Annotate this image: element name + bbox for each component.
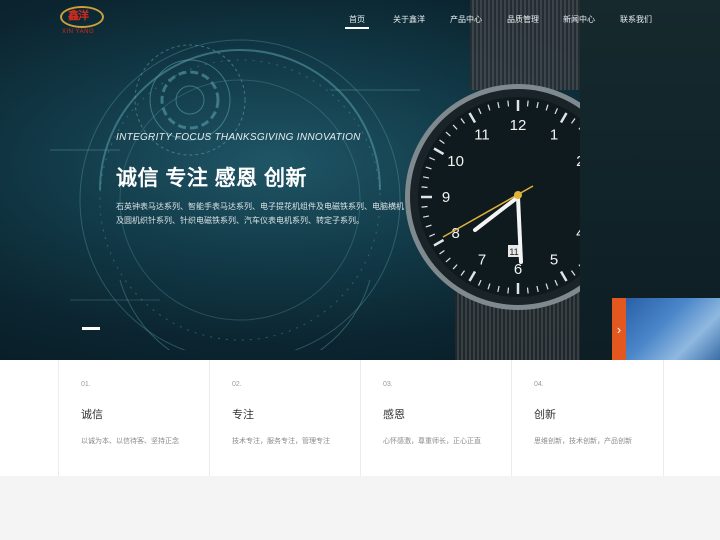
clock-tick [526, 100, 529, 107]
clock-tick [507, 287, 510, 294]
nav-contact[interactable]: 联系我们 [620, 14, 652, 25]
feature-text: 心怀感激，尊重师长，正心正直 [383, 438, 481, 445]
feature-title: 专注 [232, 409, 254, 421]
feature-card-innovation[interactable]: 04. 创新 思维创新，技术创新，产品创新 [511, 360, 662, 476]
clock-date: 11 [509, 247, 518, 257]
features-left-margin [0, 360, 58, 476]
feature-title: 创新 [534, 409, 556, 421]
clock-number: 12 [510, 117, 527, 134]
feature-title: 感恩 [383, 409, 405, 421]
nav-home[interactable]: 首页 [345, 14, 369, 29]
feature-card-gratitude[interactable]: 03. 感恩 心怀感激，尊重师长，正心正直 [360, 360, 511, 476]
clock-number: 10 [447, 153, 464, 170]
features-section: 01. 诚信 以诚为本、以信待客、坚持正念 02. 专注 技术专注，服务专注，管… [58, 360, 663, 476]
feature-card-focus[interactable]: 02. 专注 技术专注，服务专注，管理专注 [209, 360, 360, 476]
feature-number: 04. [534, 381, 544, 388]
clock-tick [526, 287, 529, 294]
nav-about[interactable]: 关于鑫洋 [393, 14, 425, 25]
logo-subtext: XIN YANG [62, 29, 95, 35]
feature-text: 以诚为本、以信待客、坚持正念 [81, 438, 179, 445]
clock-number: 5 [550, 251, 558, 268]
feature-text: 思维创新，技术创新，产品创新 [534, 438, 632, 445]
clock-tick [507, 100, 510, 107]
clock-number: 1 [550, 127, 558, 144]
feature-card-integrity[interactable]: 01. 诚信 以诚为本、以信待客、坚持正念 [58, 360, 209, 476]
nav-products[interactable]: 产品中心 [450, 14, 482, 25]
clock-number: 11 [474, 127, 490, 144]
slide-indicator[interactable] [82, 327, 100, 330]
hero-description: 石英钟表马达系列、智能手表马达系列、电子提花机组件及电磁铁系列、电脑横机及圆机织… [116, 202, 404, 225]
feature-title: 诚信 [81, 409, 103, 421]
nav-quality[interactable]: 品质管理 [507, 14, 539, 25]
main-nav: 首页 关于鑫洋 产品中心 品质管理 新闻中心 联系我们 [0, 14, 720, 29]
clock-number: 9 [442, 189, 450, 206]
clock-number: 7 [478, 251, 486, 268]
feature-number: 03. [383, 381, 393, 388]
hero-slogan-cn: 诚信 专注 感恩 创新 [116, 167, 308, 190]
hero-banner: 121234567891011 11 › 鑫洋 XIN YANG 首页 关于鑫洋… [0, 0, 720, 360]
next-slide-thumbnail[interactable] [626, 298, 720, 360]
chevron-right-icon: › [616, 321, 622, 337]
feature-number: 01. [81, 381, 91, 388]
nav-news[interactable]: 新闻中心 [563, 14, 595, 25]
features-right-margin [664, 360, 720, 476]
clock-tick [421, 205, 428, 208]
next-slide-arrow[interactable]: › [612, 298, 626, 360]
feature-text: 技术专注，服务专注，管理专注 [232, 438, 330, 445]
hero-slogan-en: INTEGRITY FOCUS THANKSGIVING INNOVATION [116, 132, 361, 143]
clock-tick [421, 186, 428, 189]
feature-number: 02. [232, 381, 242, 388]
